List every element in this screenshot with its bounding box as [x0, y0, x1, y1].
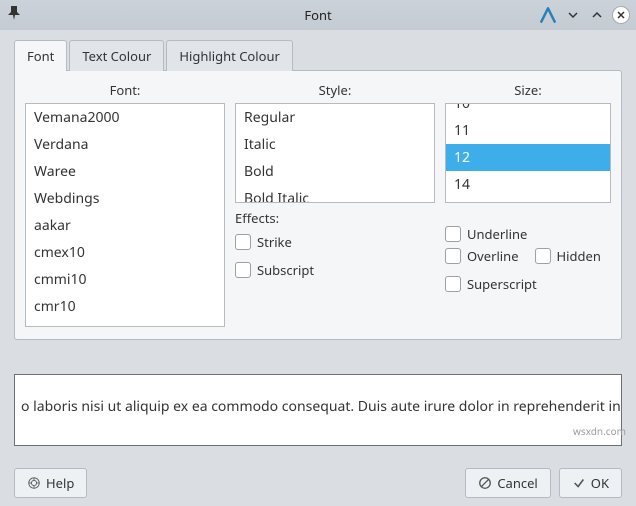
preview-box: o laboris nisi ut aliquip ex ea commodo …	[14, 374, 622, 446]
checkbox-icon	[445, 248, 461, 264]
ok-button[interactable]: OK	[559, 468, 622, 498]
help-icon	[27, 476, 41, 490]
style-item[interactable]: Bold Italic	[236, 185, 434, 203]
pin-icon[interactable]	[6, 5, 22, 25]
tab-text-colour[interactable]: Text Colour	[69, 40, 164, 71]
effect-subscript[interactable]: Subscript	[235, 261, 314, 279]
cancel-icon	[478, 476, 492, 490]
effect-superscript[interactable]: Superscript	[445, 275, 537, 293]
font-header: Font:	[25, 79, 225, 103]
style-header: Style:	[235, 79, 435, 103]
font-item[interactable]: Vemana2000	[26, 104, 224, 131]
font-list[interactable]: Vemana2000VerdanaWareeWebdingsaakarcmex1…	[25, 103, 225, 327]
font-item[interactable]: cmr10	[26, 293, 224, 320]
size-item[interactable]: 11	[446, 117, 610, 144]
tab-font[interactable]: Font	[14, 40, 67, 71]
style-item[interactable]: Regular	[236, 104, 434, 131]
font-item[interactable]: Waree	[26, 158, 224, 185]
checkbox-icon	[445, 226, 461, 242]
tab-highlight-colour[interactable]: Highlight Colour	[166, 40, 293, 71]
font-item[interactable]: Webdings	[26, 185, 224, 212]
font-item[interactable]: aakar	[26, 212, 224, 239]
size-item[interactable]: 10	[446, 103, 610, 117]
checkbox-icon	[445, 276, 461, 292]
preview-text: o laboris nisi ut aliquip ex ea commodo …	[21, 397, 622, 416]
close-icon[interactable]	[612, 6, 630, 24]
font-item[interactable]: cmex10	[26, 239, 224, 266]
cancel-button[interactable]: Cancel	[465, 468, 550, 498]
font-item[interactable]: cmmi10	[26, 266, 224, 293]
size-item[interactable]: 14	[446, 171, 610, 198]
font-item[interactable]: cmsy10	[26, 320, 224, 327]
effect-overline[interactable]: Overline	[445, 247, 519, 265]
checkbox-icon	[235, 262, 251, 278]
ok-icon	[572, 476, 586, 490]
style-item[interactable]: Bold	[236, 158, 434, 185]
tab-bar: Font Text Colour Highlight Colour	[14, 40, 622, 71]
minimize-icon[interactable]	[564, 6, 582, 24]
titlebar: Font	[0, 0, 636, 30]
effect-hidden[interactable]: Hidden	[535, 247, 601, 265]
maximize-icon[interactable]	[588, 6, 606, 24]
help-button[interactable]: Help	[14, 468, 87, 498]
font-item[interactable]: Verdana	[26, 131, 224, 158]
size-list[interactable]: 1011121416	[445, 103, 611, 203]
checkbox-icon	[535, 248, 551, 264]
style-item[interactable]: Italic	[236, 131, 434, 158]
checkbox-icon	[235, 234, 251, 250]
tab-panel-font: Font: Vemana2000VerdanaWareeWebdingsaaka…	[14, 70, 622, 340]
app-logo-icon	[538, 5, 558, 25]
size-item[interactable]: 12	[446, 144, 610, 171]
effect-strike[interactable]: Strike	[235, 233, 292, 251]
effect-underline[interactable]: Underline	[445, 225, 527, 243]
style-list[interactable]: RegularItalicBoldBold Italic	[235, 103, 435, 203]
size-header: Size:	[445, 79, 611, 103]
effects-label: Effects:	[235, 209, 435, 227]
